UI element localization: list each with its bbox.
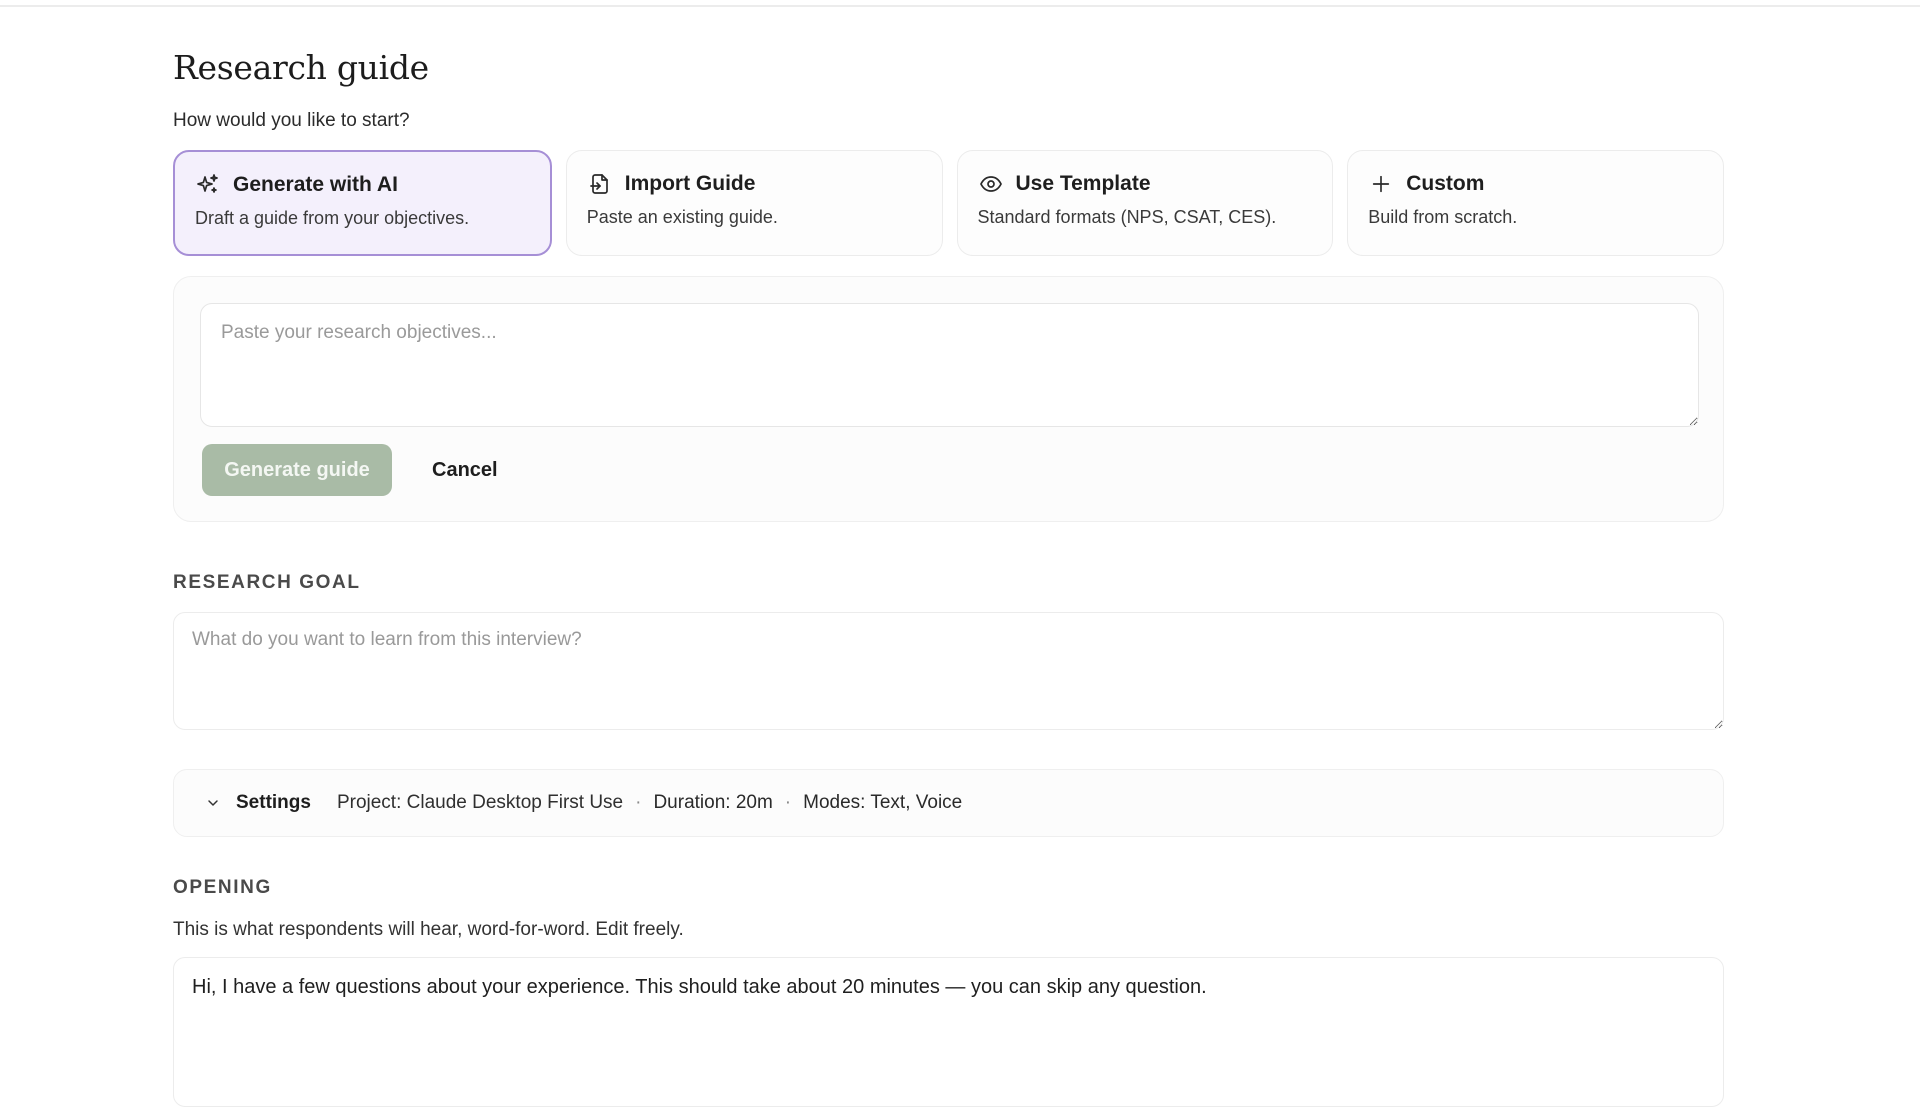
settings-toggle[interactable]: Settings: [236, 792, 311, 814]
option-custom[interactable]: Custom Build from scratch.: [1347, 150, 1724, 256]
project-meta: Project: Claude Desktop First Use: [336, 792, 624, 813]
option-title: Generate with AI: [233, 173, 398, 196]
opening-hint: This is what respondents will hear, word…: [173, 919, 684, 940]
sparkles-icon: [195, 172, 221, 198]
option-generate-with-ai[interactable]: Generate with AI Draft a guide from your…: [173, 150, 552, 256]
objectives-input[interactable]: [200, 303, 1699, 427]
import-document-icon: [587, 171, 613, 197]
option-description: Build from scratch.: [1368, 207, 1518, 227]
option-description: Paste an existing guide.: [586, 207, 778, 227]
option-title: Use Template: [1015, 172, 1151, 195]
meta-separator: ·: [635, 792, 642, 813]
duration-meta: Duration: 20m: [653, 792, 773, 813]
option-title: Custom: [1406, 172, 1485, 195]
page-title: Research guide: [173, 48, 429, 87]
option-description: Draft a guide from your objectives.: [195, 208, 470, 228]
cancel-button[interactable]: Cancel: [414, 444, 516, 496]
eye-icon: [978, 171, 1004, 197]
option-title: Import Guide: [624, 172, 756, 195]
start-options: Generate with AI Draft a guide from your…: [173, 150, 1724, 256]
generate-guide-button[interactable]: Generate guide: [202, 444, 392, 496]
chevron-down-icon[interactable]: [202, 792, 224, 814]
top-divider: [0, 5, 1920, 7]
research-goal-input[interactable]: [173, 612, 1724, 730]
plus-icon: [1368, 171, 1394, 197]
research-goal-label: RESEARCH GOAL: [173, 572, 361, 593]
modes-meta: Modes: Text, Voice: [803, 792, 963, 813]
option-import-guide[interactable]: Import Guide Paste an existing guide.: [565, 150, 943, 256]
meta-separator: ·: [784, 792, 792, 813]
generate-panel: Generate guide Cancel: [173, 276, 1724, 522]
start-prompt: How would you like to start?: [173, 110, 410, 131]
option-use-template[interactable]: Use Template Standard formats (NPS, CSAT…: [956, 150, 1334, 256]
option-description: Standard formats (NPS, CSAT, CES).: [977, 207, 1277, 227]
opening-input[interactable]: Hi, I have a few questions about your ex…: [173, 957, 1724, 1107]
opening-label: OPENING: [173, 877, 272, 898]
settings-bar[interactable]: Settings Project: Claude Desktop First U…: [173, 769, 1724, 837]
